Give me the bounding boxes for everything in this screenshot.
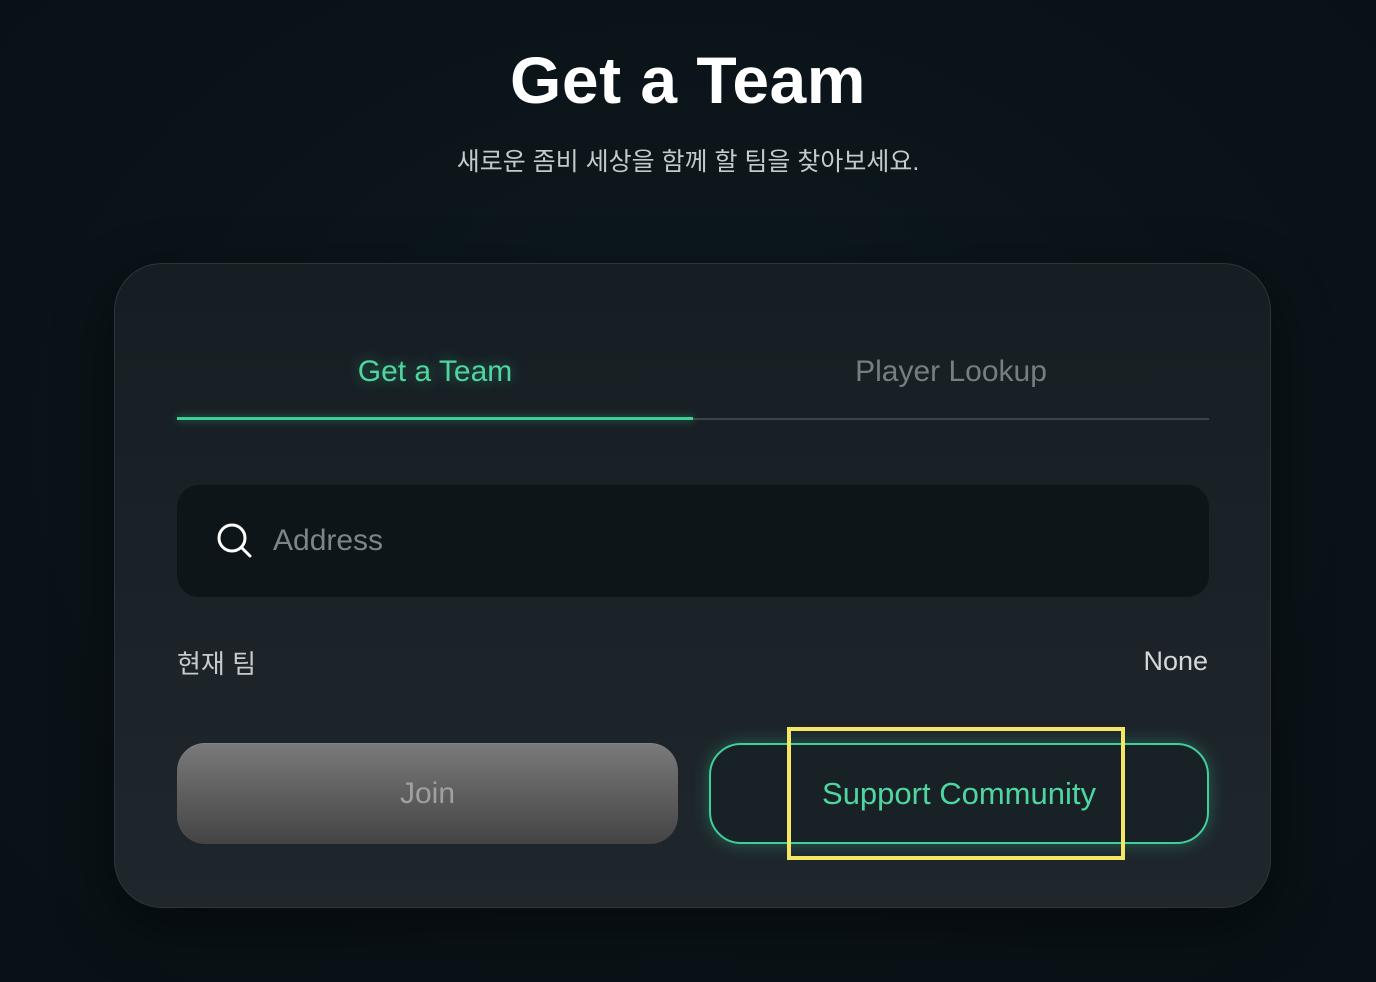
team-card: Get a Team Player Lookup 현재 팀 None Join … — [114, 263, 1271, 908]
join-button[interactable]: Join — [177, 743, 678, 844]
page: Get a Team 새로운 좀비 세상을 함께 할 팀을 찾아보세요. Get… — [0, 0, 1376, 982]
support-community-button[interactable]: Support Community — [709, 743, 1209, 844]
current-team-label: 현재 팀 — [177, 649, 256, 679]
page-title: Get a Team — [510, 43, 866, 117]
tab-get-a-team[interactable]: Get a Team — [177, 324, 693, 419]
search-box[interactable] — [177, 485, 1209, 597]
search-icon — [217, 523, 252, 558]
tab-bar: Get a Team Player Lookup — [177, 324, 1209, 421]
current-team-value: None — [1143, 646, 1208, 676]
address-input[interactable] — [273, 515, 1173, 567]
tab-player-lookup[interactable]: Player Lookup — [693, 324, 1209, 419]
tab-active-indicator — [177, 417, 693, 420]
page-subtitle: 새로운 좀비 세상을 함께 할 팀을 찾아보세요. — [456, 148, 920, 176]
